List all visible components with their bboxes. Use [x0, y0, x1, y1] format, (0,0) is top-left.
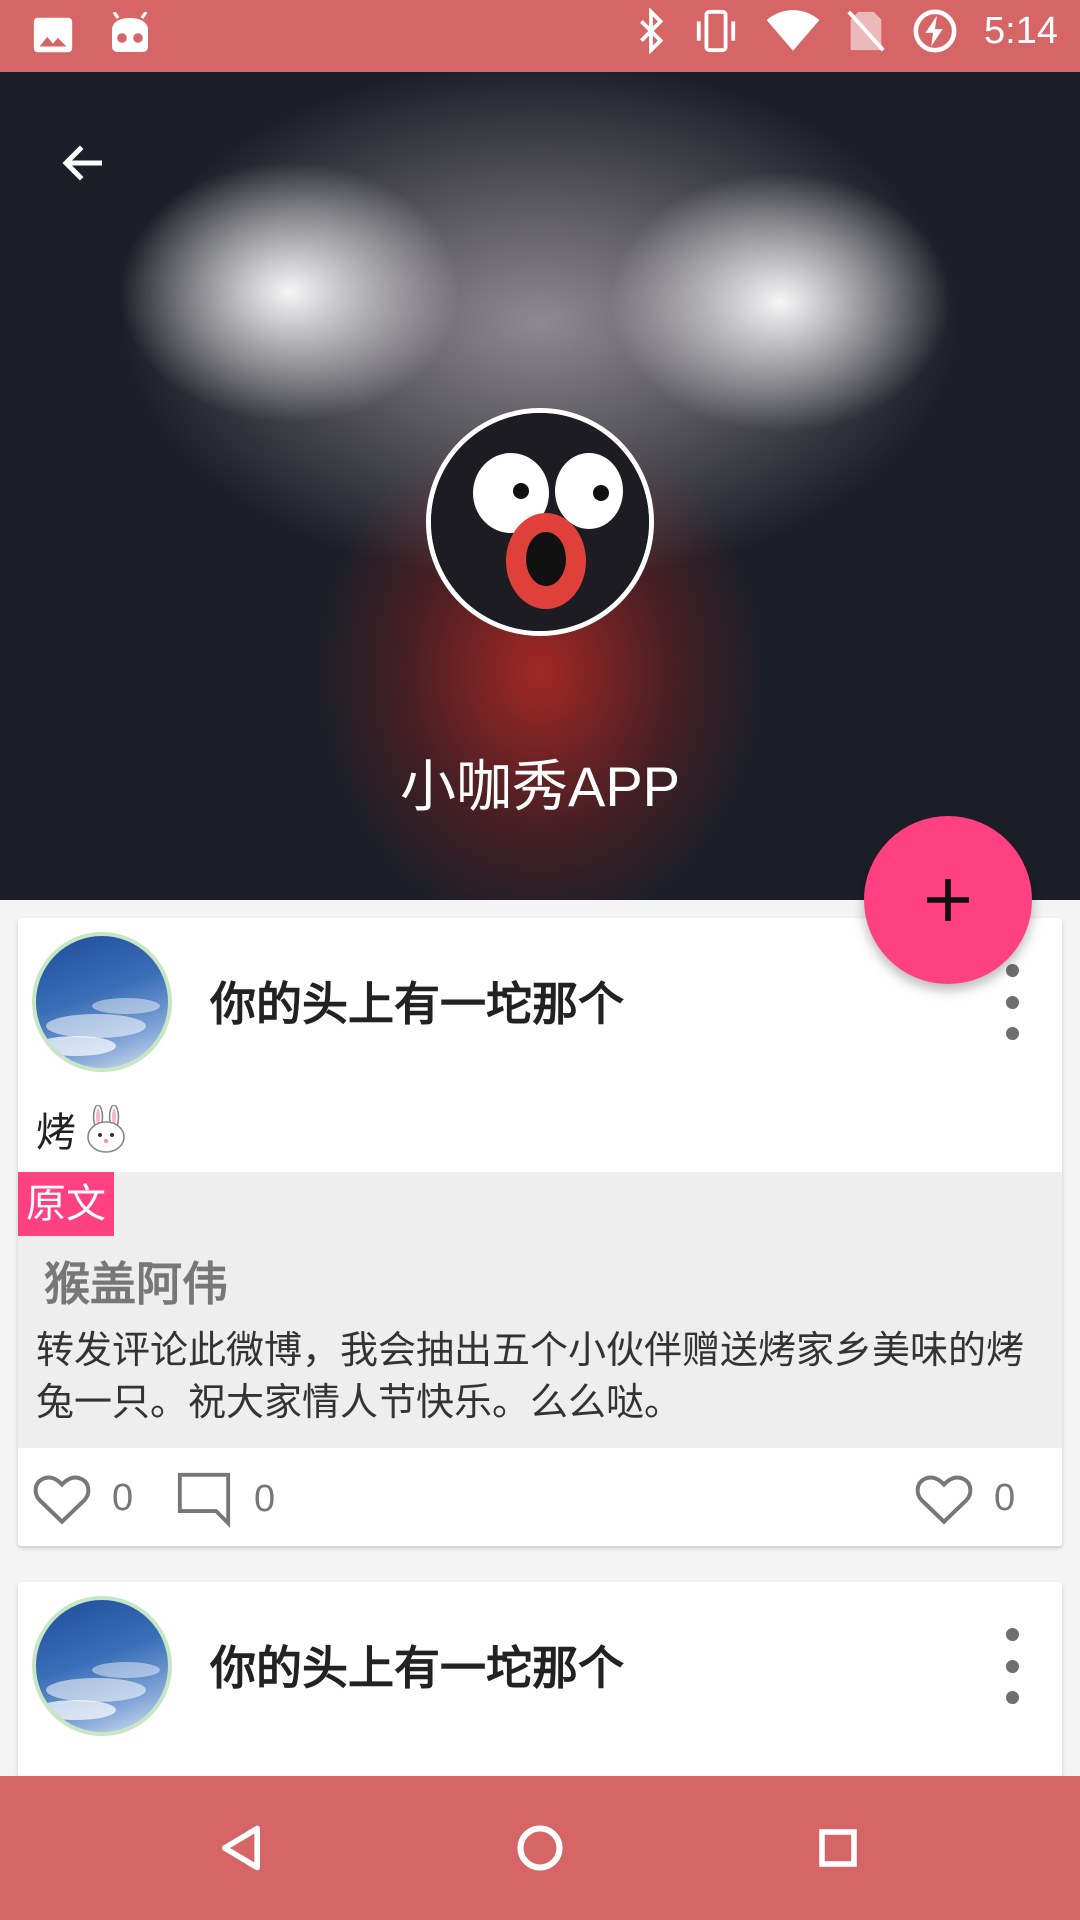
like-count: 0	[112, 1476, 134, 1519]
favorite-button[interactable]: 0	[914, 1470, 1015, 1526]
user-name[interactable]: 你的头上有一坨那个	[210, 1632, 624, 1698]
more-options-button[interactable]	[992, 1628, 1032, 1704]
wifi-icon	[766, 9, 820, 53]
android-icon	[106, 12, 154, 58]
comment-icon	[177, 1472, 231, 1528]
image-icon	[30, 12, 76, 58]
triangle-back-icon	[221, 1825, 260, 1871]
navigation-bar	[0, 1776, 1080, 1920]
action-row: 0 0 0	[18, 1462, 1062, 1532]
comment-button[interactable]: 0	[174, 1470, 275, 1528]
avatar-face-icon	[431, 413, 649, 631]
status-time: 5:14	[984, 9, 1058, 52]
status-bar: 5:14	[0, 0, 1080, 72]
heart-icon	[33, 1475, 91, 1525]
bluetooth-icon	[636, 8, 666, 54]
quoted-post[interactable]: 原文 猴盖阿伟 转发评论此微博，我会抽出五个小伙伴赠送烤家乡美味的烤兔一只。祝大…	[18, 1172, 1062, 1448]
nav-home-button[interactable]	[504, 1812, 576, 1884]
plus-icon	[927, 879, 969, 921]
favorite-count: 0	[994, 1476, 1016, 1519]
user-name[interactable]: 你的头上有一坨那个	[210, 968, 624, 1034]
nav-back-button[interactable]	[206, 1812, 278, 1884]
quoted-text: 转发评论此微博，我会抽出五个小伙伴赠送烤家乡美味的烤兔一只。祝大家情人节快乐。么…	[36, 1328, 1025, 1424]
feed-card[interactable]: 你的头上有一坨那个 烤 原文 猴盖阿伟 转发评论此微博，我会抽出五个小伙伴赠送烤…	[18, 918, 1062, 1546]
arrow-left-icon	[62, 145, 102, 181]
original-tag: 原文	[18, 1172, 114, 1236]
sky-avatar-image	[36, 998, 160, 1056]
sky-avatar-image	[36, 1662, 160, 1720]
user-avatar[interactable]	[32, 932, 172, 1072]
square-recents-icon	[819, 1829, 857, 1867]
screen: 5:14 小咖秀APP 你的头上有一坨那个 烤 原文 猴盖阿伟 转发评论此微博，…	[0, 0, 1080, 1920]
more-vert-icon	[1005, 1628, 1019, 1641]
comment-count: 0	[254, 1477, 276, 1520]
more-vert-icon	[1005, 964, 1019, 977]
more-options-button[interactable]	[992, 964, 1032, 1040]
user-avatar[interactable]	[32, 1596, 172, 1736]
rabbit-emoji-icon	[87, 1105, 125, 1153]
profile-avatar[interactable]	[426, 408, 654, 636]
profile-title: 小咖秀APP	[399, 755, 681, 818]
quoted-author[interactable]: 猴盖阿伟	[44, 1248, 228, 1314]
profile-header: 小咖秀APP	[0, 72, 1080, 900]
post-text: 烤	[36, 1100, 128, 1158]
nav-recents-button[interactable]	[802, 1812, 874, 1884]
heart-icon	[915, 1475, 973, 1525]
add-fab-button[interactable]	[864, 816, 1032, 984]
back-button[interactable]	[48, 127, 120, 199]
like-button[interactable]: 0	[32, 1470, 133, 1526]
vibrate-icon	[692, 8, 740, 54]
battery-charging-icon	[912, 8, 958, 54]
no-sim-icon	[846, 8, 886, 54]
circle-home-icon	[517, 1825, 563, 1871]
